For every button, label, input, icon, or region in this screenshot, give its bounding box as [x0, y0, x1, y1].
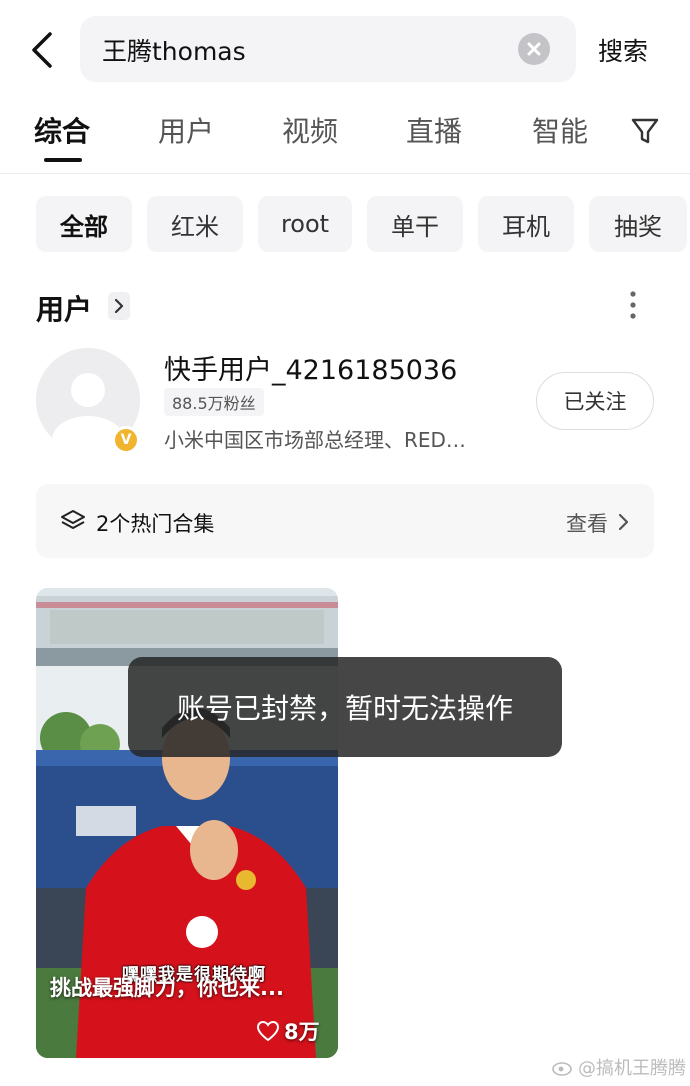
search-query: 王腾thomas — [102, 37, 246, 66]
user-bio: 小米中国区市场部总经理、RED… — [164, 428, 466, 452]
likes-count: 8万 — [284, 1020, 320, 1044]
chip-redmi[interactable]: 红米 — [147, 196, 243, 252]
filter-icon[interactable] — [628, 114, 662, 148]
close-icon — [527, 42, 541, 56]
filter-chips: 全部 红米 root 单干 耳机 抽奖 — [0, 196, 690, 252]
chip-lottery[interactable]: 抽奖 — [589, 196, 687, 252]
tab-live[interactable]: 直播 — [406, 110, 462, 150]
watermark: @搞机王腾腾 — [552, 1054, 686, 1080]
tab-smart[interactable]: 智能 — [532, 110, 588, 150]
fans-count-badge: 88.5万粉丝 — [164, 388, 264, 416]
chevron-right-icon — [114, 298, 124, 314]
more-options-icon[interactable] — [626, 290, 640, 320]
layers-icon — [61, 510, 85, 529]
user-name[interactable]: 快手用户_4216185036 — [164, 348, 457, 387]
watermark-text: @搞机王腾腾 — [578, 1058, 686, 1079]
users-section-more[interactable] — [108, 292, 130, 320]
search-submit-button[interactable]: 搜索 — [598, 32, 648, 68]
tab-users[interactable]: 用户 — [158, 110, 214, 150]
active-tab-indicator — [44, 158, 82, 162]
chip-root[interactable]: root — [258, 196, 352, 252]
chip-solo[interactable]: 单干 — [367, 196, 463, 252]
hot-collections-row[interactable]: 2个热门合集 查看 — [36, 484, 654, 558]
tab-all[interactable]: 综合 — [34, 110, 90, 150]
back-arrow-icon[interactable] — [24, 28, 64, 72]
search-header: 王腾thomas 搜索 — [0, 0, 690, 100]
view-collections-link[interactable]: 查看 — [566, 508, 608, 538]
search-input[interactable]: 王腾thomas — [80, 16, 576, 82]
follow-button[interactable]: 已关注 — [536, 372, 654, 430]
chip-all[interactable]: 全部 — [36, 196, 132, 252]
video-likes: 8万 — [256, 1016, 320, 1046]
chip-earphones[interactable]: 耳机 — [478, 196, 574, 252]
weibo-icon — [552, 1062, 572, 1076]
verified-badge-icon: V — [112, 426, 140, 454]
clear-search-button[interactable] — [518, 33, 550, 65]
toast-message: 账号已封禁，暂时无法操作 — [128, 657, 562, 757]
heart-icon — [256, 1020, 280, 1042]
video-title: 挑战最强脚力，你也来... — [50, 976, 284, 1000]
tab-videos[interactable]: 视频 — [282, 110, 338, 150]
users-section-title[interactable]: 用户 — [36, 288, 92, 328]
result-tabs: 综合 用户 视频 直播 智能 — [0, 100, 690, 174]
chevron-right-icon — [618, 513, 629, 531]
collections-count: 2个热门合集 — [96, 512, 215, 536]
